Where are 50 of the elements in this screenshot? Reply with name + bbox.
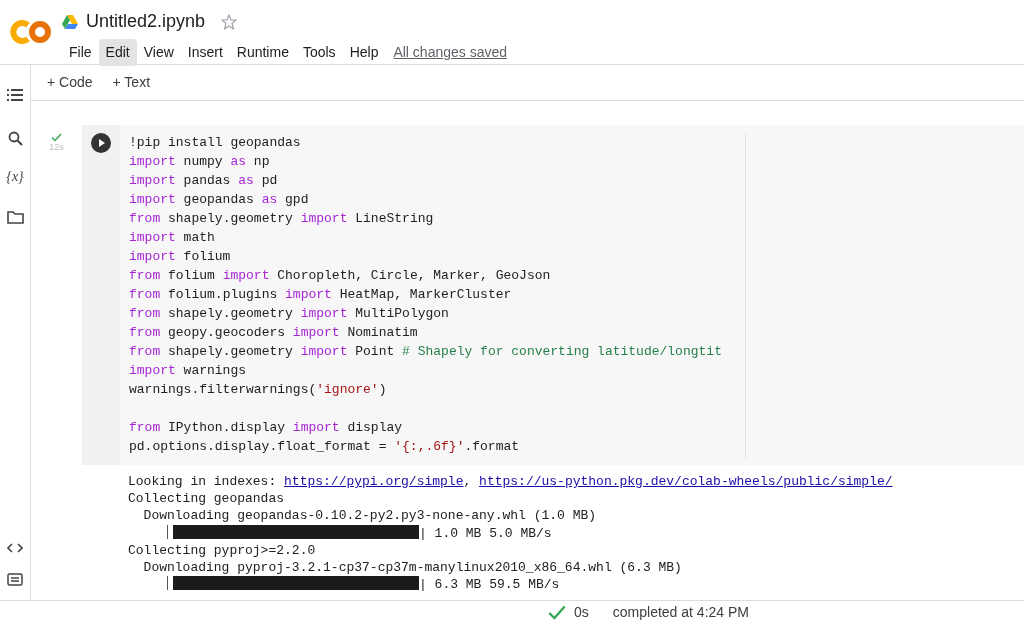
add-cell-button[interactable]: + Code — [39, 72, 101, 93]
output-line: Collecting geopandas — [128, 490, 286, 508]
code-snippets-icon[interactable] — [7, 543, 23, 553]
code-line: pd.options.display.float_format = '{:,.6f}'.format — [129, 438, 521, 456]
code-line: warnings.filterwarnings('ignore') — [129, 381, 388, 399]
status-message: completed at 4:24 PM — [612, 603, 749, 622]
code-line: !pip install geopandas — [129, 134, 302, 152]
folder-icon[interactable] — [6, 211, 24, 224]
code-line: import geopandas as gpd — [129, 191, 310, 209]
progress-reading: | 1.0 MB 5.0 MB/s — [419, 525, 552, 541]
add-cell-button[interactable]: + Text — [104, 72, 159, 93]
output-link[interactable]: https://us-python.pkg.dev/colab-wheels/public/simple/ — [479, 474, 893, 489]
code-line: from IPython.display import display — [129, 419, 404, 437]
menu-item[interactable]: Runtime — [229, 39, 296, 66]
output-text: Looking in indexes: — [128, 474, 278, 489]
search-icon[interactable] — [7, 131, 23, 146]
menu-item[interactable]: Edit — [98, 39, 137, 66]
code-line: import folium — [129, 248, 232, 266]
code-line: import math — [129, 229, 216, 247]
output-line: Downloading geopandas-0.10.2-py2.py3-none-any.whl (1.0 MB) — [142, 507, 598, 525]
menu-item[interactable]: Tools — [295, 39, 343, 66]
progress-reading: | 6.3 MB 59.5 MB/s — [419, 577, 560, 593]
variables-icon[interactable]: {x} — [6, 166, 24, 187]
menu-item[interactable]: File — [62, 39, 99, 66]
logo-icon[interactable] — [10, 20, 52, 44]
output-line: Collecting pyproj>=2.2.0 — [128, 541, 317, 559]
code-line: from shapely.geometry import Point # Shapely for converting latitude/longtit — [129, 343, 723, 361]
code-line: import numpy as np — [129, 153, 271, 171]
run-duration: 12s — [49, 142, 64, 152]
code-line: import pandas as pd — [129, 172, 279, 190]
output-line: Downloading pyproj-3.2.1-cp37-cp37m-manylinux2010_x86_64.whl (6.3 MB) — [142, 559, 683, 577]
table-of-contents-icon[interactable] — [7, 89, 23, 101]
output-text: , — [463, 474, 473, 489]
code-line: from geopy.geocoders import Nominatim — [129, 324, 419, 342]
code-editor[interactable] — [120, 125, 1024, 465]
menu-item[interactable]: Insert — [180, 39, 230, 66]
code-line: from shapely.geometry import LineString — [129, 210, 435, 228]
save-status-link[interactable]: All changes saved — [393, 42, 508, 63]
menu-item[interactable]: View — [136, 39, 181, 66]
check-icon — [51, 133, 62, 142]
notebook-title[interactable]: Untitled2.ipynb — [86, 8, 206, 35]
drive-icon — [62, 14, 78, 29]
code-line: import warnings — [129, 362, 248, 380]
code-line: from shapely.geometry import MultiPolygon — [129, 305, 450, 323]
code-line: from folium.plugins import HeatMap, MarkerCluster — [129, 286, 513, 304]
menu-item[interactable]: Help — [342, 39, 386, 66]
code-line: from folium import Choropleth, Circle, Marker, GeoJson — [129, 267, 552, 285]
execution-time: 0s — [574, 603, 589, 622]
run-button[interactable] — [91, 133, 111, 153]
output-link[interactable]: https://pypi.org/simple — [284, 474, 464, 489]
